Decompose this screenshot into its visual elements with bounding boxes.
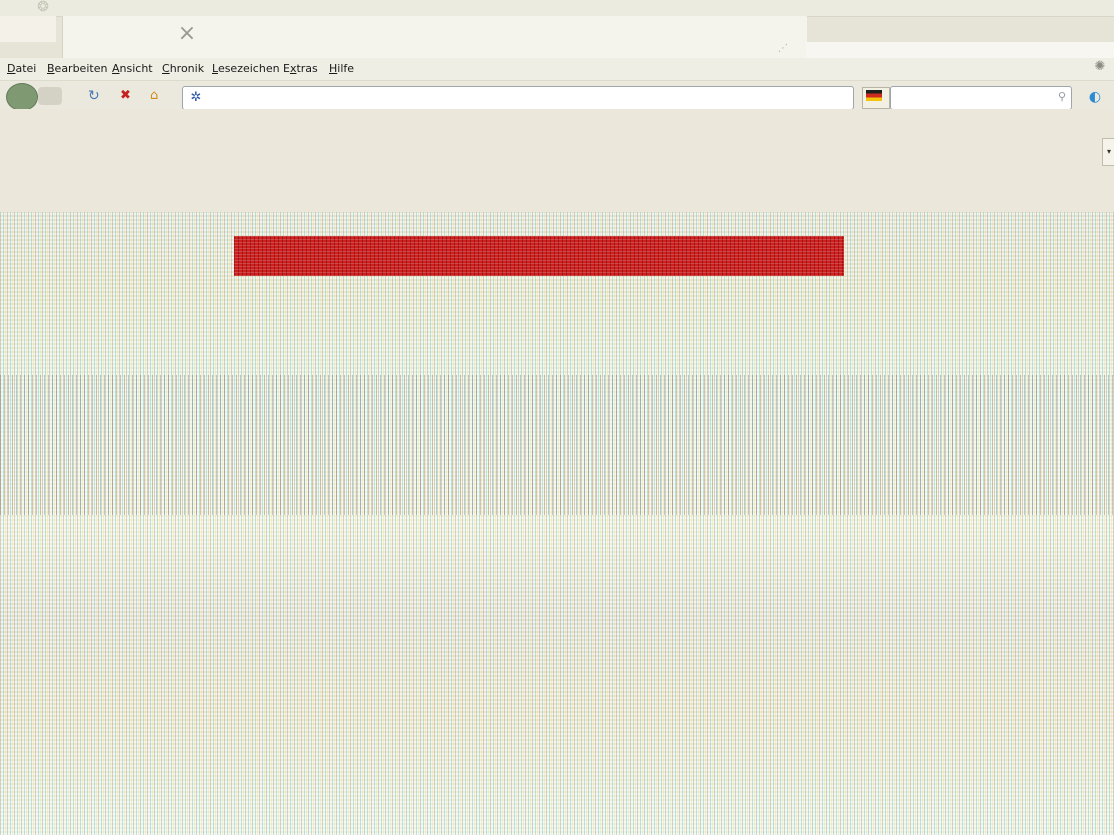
flag-icon	[866, 90, 882, 101]
menu-ansicht[interactable]: Ansicht	[112, 60, 153, 78]
page-content-band	[0, 375, 1114, 515]
tab-strip: ❂ × ⋰	[0, 0, 1114, 58]
back-button[interactable]	[6, 83, 38, 111]
menu-lesezeichen[interactable]: Lesezeichen	[212, 60, 280, 78]
throbber-icon: ✺	[1094, 59, 1106, 74]
page-content	[0, 212, 1114, 835]
browser-window: ❂ × ⋰ Datei Bearbeiten Ansicht Chronik L…	[0, 0, 1114, 835]
extension-icon[interactable]: ◐	[1084, 86, 1106, 108]
title-bar	[0, 0, 1114, 17]
bookmarks-toolbar	[0, 109, 1114, 212]
url-bar[interactable]	[182, 86, 854, 110]
tab-strip-filler	[806, 42, 1114, 58]
menu-bar: Datei Bearbeiten Ansicht Chronik Lesezei…	[0, 58, 1114, 81]
forward-button[interactable]	[38, 87, 62, 105]
page-banner	[234, 236, 844, 276]
home-icon[interactable]: ⌂	[150, 87, 166, 105]
search-input[interactable]	[890, 86, 1072, 110]
site-identity-icon[interactable]: ✲	[186, 89, 206, 107]
spinner-icon: ❂	[37, 0, 49, 15]
menu-chronik[interactable]: Chronik	[162, 60, 204, 78]
resize-grip-icon: ⋰	[778, 43, 788, 54]
navigation-toolbar: ↻ ✖ ⌂ ✲ ⚲ ◐	[0, 81, 1114, 111]
tab-active[interactable]	[62, 16, 807, 58]
menu-extras[interactable]: Extras	[283, 60, 318, 78]
stop-icon[interactable]: ✖	[120, 87, 136, 105]
tab-previous[interactable]	[0, 16, 56, 42]
menu-hilfe[interactable]: Hilfe	[329, 60, 354, 78]
reload-icon[interactable]: ↻	[88, 87, 104, 105]
close-icon[interactable]: ×	[177, 22, 197, 46]
search-icon[interactable]: ⚲	[1058, 90, 1070, 104]
menu-bearbeiten[interactable]: Bearbeiten	[47, 60, 107, 78]
dropdown-arrow-icon[interactable]: ▾	[1102, 138, 1114, 166]
menu-datei[interactable]: Datei	[7, 60, 36, 78]
